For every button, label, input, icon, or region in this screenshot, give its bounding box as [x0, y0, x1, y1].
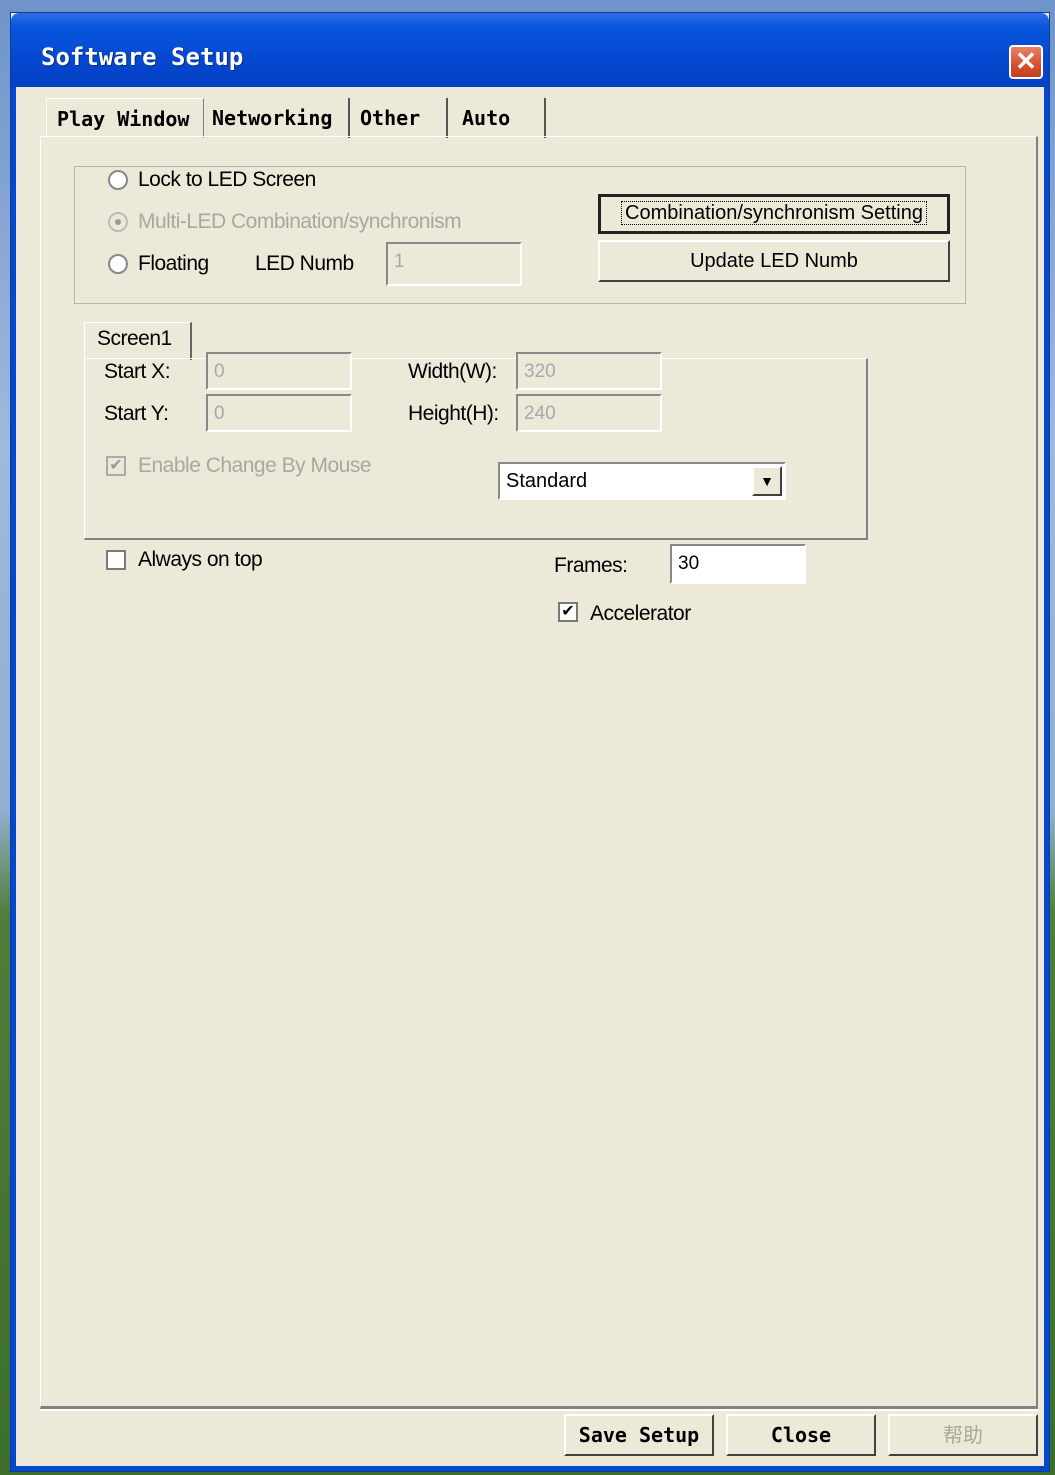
led-numb-field[interactable]: 1 [386, 242, 522, 286]
floating-label: Floating [138, 252, 209, 275]
start-x-label: Start X: [104, 360, 171, 383]
multi-led-radio[interactable] [108, 212, 128, 232]
floating-radio[interactable] [108, 254, 128, 274]
tab-play-window[interactable]: Play Window [46, 98, 204, 138]
frames-label: Frames: [554, 554, 628, 577]
frames-field[interactable]: 30 [670, 544, 806, 584]
multi-led-label: Multi-LED Combination/synchronism [138, 210, 462, 233]
update-led-numb-button[interactable]: Update LED Numb [598, 240, 950, 282]
height-label: Height(H): [408, 402, 499, 425]
always-on-top-label: Always on top [138, 548, 263, 571]
dialog-content: Play Window Networking Other Auto Lock t… [10, 12, 1050, 1472]
footer-divider [40, 1408, 1038, 1411]
combination-setting-button[interactable]: Combination/synchronism Setting [598, 194, 950, 234]
screen-mode-select[interactable]: Standard ▼ [498, 462, 786, 500]
lock-to-led-radio[interactable] [108, 170, 128, 190]
led-numb-label: LED Numb [255, 252, 354, 275]
lock-to-led-label: Lock to LED Screen [138, 168, 316, 191]
help-button[interactable]: 帮助 [888, 1414, 1038, 1456]
width-field[interactable]: 320 [516, 352, 662, 390]
accelerator-label: Accelerator [590, 602, 691, 625]
width-label: Width(W): [408, 360, 497, 383]
enable-change-label: Enable Change By Mouse [138, 454, 372, 477]
tab-other[interactable]: Other [350, 98, 448, 138]
enable-change-checkbox[interactable]: ✔ [106, 456, 126, 476]
combination-setting-label: Combination/synchronism Setting [621, 201, 927, 225]
start-x-field[interactable]: 0 [206, 352, 352, 390]
start-y-field[interactable]: 0 [206, 394, 352, 432]
start-y-label: Start Y: [104, 402, 169, 425]
tab-screen1[interactable]: Screen1 [84, 322, 192, 360]
always-on-top-checkbox[interactable] [106, 550, 126, 570]
close-button[interactable]: Close [726, 1414, 876, 1456]
tab-auto[interactable]: Auto [448, 98, 546, 138]
chevron-down-icon[interactable]: ▼ [752, 466, 782, 496]
tab-networking[interactable]: Networking [204, 98, 350, 138]
screen-mode-value: Standard [506, 470, 588, 492]
accelerator-checkbox[interactable]: ✔ [558, 602, 578, 622]
height-field[interactable]: 240 [516, 394, 662, 432]
screen1-tab-label: Screen1 [97, 327, 172, 350]
save-setup-button[interactable]: Save Setup [564, 1414, 714, 1456]
screen1-panel [84, 358, 868, 540]
